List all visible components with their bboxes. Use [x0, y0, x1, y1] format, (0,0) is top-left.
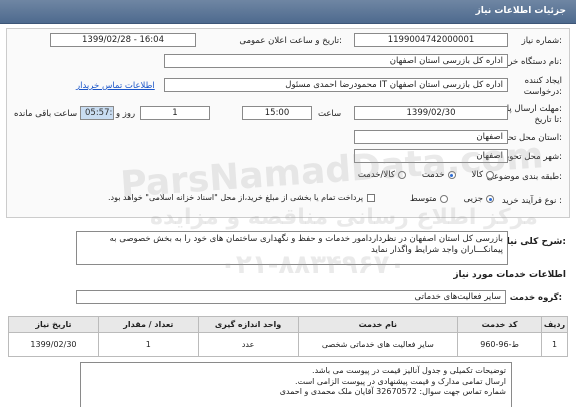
radio-selected-icon[interactable]	[447, 171, 456, 179]
category-option-goods-service[interactable]: کالا/خدمت	[358, 170, 406, 180]
buyer-field: اداره کل بازرسی استان اصفهان	[164, 54, 508, 68]
radio-icon[interactable]	[486, 171, 494, 179]
process-option-label: متوسط	[409, 194, 437, 204]
buyer-notes-box: توضیحات تکمیلی و جدول آنالیز قیمت در پیو…	[80, 362, 512, 407]
process-label: نوع فرآیند خرید :	[501, 196, 562, 206]
table-cell: 1	[97, 332, 199, 357]
table-cell: عدد	[197, 332, 299, 357]
deadline-date-field: 1399/02/30	[354, 106, 508, 120]
announce-date-field: 1399/02/28 - 16:04	[50, 33, 196, 47]
buyer-notes-line: شماره تماس جهت سوال: 32670572 آقایان ملک…	[279, 387, 506, 396]
table-cell: 1399/02/30	[8, 332, 99, 357]
table-cell: سایر فعالیت های خدماتی شخصی	[297, 332, 459, 357]
days-label: روز و	[116, 109, 136, 119]
category-option-service[interactable]: خدمت	[422, 170, 456, 180]
days-remaining-field: 1	[140, 106, 210, 120]
table-cell: 1	[541, 332, 568, 357]
description-text: بازرسی کل استان اصفهان در نظرداردامور خد…	[76, 231, 508, 265]
deadline-time-field: 15:00	[242, 106, 312, 120]
column-header: تعداد / مقدار	[97, 316, 199, 333]
service-group-field: سایر فعالیت‌های خدماتی	[76, 290, 506, 304]
process-option-label: جزیی	[463, 194, 483, 204]
description-label: شرح کلی نیاز:	[501, 237, 566, 247]
table-cell: ط-96-960	[457, 332, 543, 357]
category-label: طبقه بندی موضوعی:	[486, 172, 562, 182]
need-number-label: شماره نیاز:	[521, 36, 562, 46]
city-label: شهر محل تحویل:	[500, 152, 562, 162]
province-field: اصفهان	[354, 130, 508, 144]
services-table: ردیف کد خدمت نام خدمت واحد اندازه گیری ت…	[8, 316, 568, 357]
buyer-notes-line: ارسال تمامی مدارک و قیمت پیشنهادی در پیو…	[295, 376, 506, 386]
remaining-time-field: 05:57:22	[80, 106, 114, 120]
payment-treasury-checkbox-row[interactable]: پرداخت تمام یا بخشی از مبلغ خرید،از محل …	[108, 193, 376, 202]
column-header: کد خدمت	[457, 316, 543, 333]
table-row: 1 ط-96-960 سایر فعالیت های خدماتی شخصی ع…	[8, 332, 568, 357]
page-title: جزئیات اطلاعات نیاز	[475, 6, 566, 16]
city-field: اصفهان	[354, 149, 508, 163]
column-header: ردیف	[541, 316, 568, 333]
deadline-time-label: ساعت	[318, 109, 342, 119]
remaining-label: ساعت باقی مانده	[14, 109, 78, 119]
payment-note-text: پرداخت تمام یا بخشی از مبلغ خرید،از محل …	[108, 193, 364, 202]
column-header: نام خدمت	[297, 316, 459, 333]
category-option-label: کالا	[471, 170, 483, 180]
buyer-notes-line: توضیحات تکمیلی و جدول آنالیز قیمت در پیو…	[312, 366, 506, 375]
column-header: تاریخ نیاز	[8, 316, 99, 333]
creator-field: محمودرضا احمدی مسئول IT اداره کل بازرسی …	[164, 78, 508, 92]
creator-label-line1: ایجاد کننده	[524, 76, 562, 86]
need-number-field: 1199004742000001	[354, 33, 508, 47]
creator-label-line2: درخواست:	[523, 87, 562, 97]
category-option-label: خدمت	[421, 170, 445, 180]
page-header: جزئیات اطلاعات نیاز	[0, 0, 576, 24]
category-option-goods[interactable]: کالا	[472, 170, 494, 180]
table-header-row: ردیف کد خدمت نام خدمت واحد اندازه گیری ت…	[8, 316, 568, 333]
process-option-minor[interactable]: جزیی	[464, 194, 494, 204]
services-section-title: اطلاعات خدمات مورد نیاز	[453, 270, 566, 280]
process-option-medium[interactable]: متوسط	[410, 194, 448, 204]
process-radio-group: جزیی متوسط	[410, 194, 494, 204]
service-group-label: گروه خدمت:	[509, 293, 562, 303]
radio-icon[interactable]	[397, 171, 406, 179]
buyer-contact-link[interactable]: اطلاعات تماس خریدار	[76, 81, 155, 91]
radio-selected-icon[interactable]	[486, 195, 494, 203]
deadline-label-line2: تا تاریخ:	[534, 115, 562, 125]
category-radio-group: کالا خدمت کالا/خدمت	[358, 170, 494, 180]
radio-icon[interactable]	[439, 195, 448, 203]
announce-date-label: تاریخ و ساعت اعلان عمومی:	[239, 36, 342, 46]
checkbox-icon[interactable]	[367, 193, 376, 202]
column-header: واحد اندازه گیری	[197, 316, 299, 333]
category-option-label: کالا/خدمت	[357, 170, 395, 180]
